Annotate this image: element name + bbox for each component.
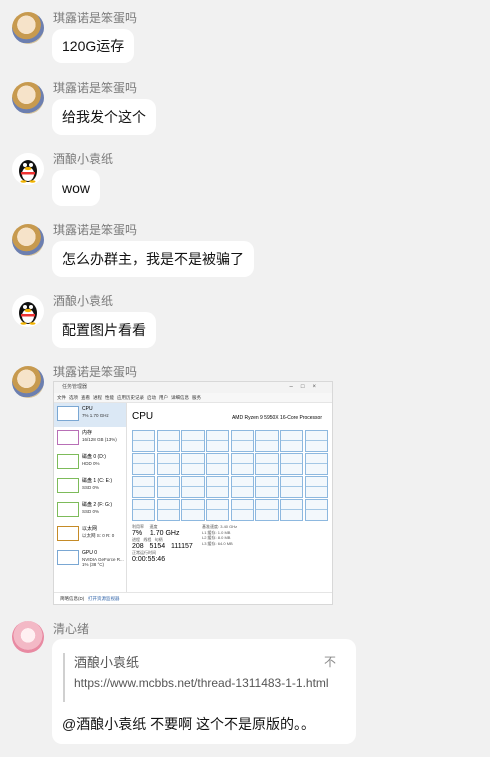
- sender-name: 琪露诺是笨蛋吗: [53, 365, 138, 379]
- sender-name: 琪露诺是笨蛋吗: [53, 81, 138, 95]
- cpu-panel: CPU AMD Ryzen 9 5950X 16-Core Processor …: [130, 406, 328, 592]
- reply-text: @酒酿小袁纸 不要啊 这个不是原版的。。: [62, 716, 315, 732]
- sidebar-item-disk-1: 磁盘 1 (C: E:) SSD 0%: [54, 475, 126, 499]
- sidebar-item-cpu: CPU 7% 1.70 GHz: [54, 403, 126, 427]
- sender-avatar[interactable]: [12, 224, 44, 256]
- quote-bar: [63, 653, 65, 702]
- sender-avatar[interactable]: [12, 295, 44, 327]
- cpu-heading: CPU: [132, 411, 154, 422]
- sender-name: 酒酿小袁纸: [53, 294, 114, 308]
- qq-penguin-icon: [19, 302, 37, 325]
- task-manager-footer: 简略信息(D) 打开资源监视器: [54, 592, 332, 604]
- sidebar-item-gpu: GPU 0 NVIDIA GeForce R... 1% (38 °C): [54, 547, 126, 571]
- message-bubble[interactable]: wow: [52, 170, 101, 206]
- qq-penguin-icon: [19, 160, 37, 183]
- message-bubble[interactable]: 给我发个这个: [52, 99, 156, 135]
- cpu-details: 基准速度: 3.40 GHz L1 缓存: 1.0 MB L2 缓存: 8.0 …: [202, 524, 238, 546]
- sender-avatar[interactable]: [12, 153, 44, 185]
- sidebar-item-disk-2: 磁盘 2 (F: G:) SSD 0%: [54, 499, 126, 523]
- quoted-sender: 酒酿小袁纸: [74, 655, 140, 670]
- task-manager-screenshot-image[interactable]: 任务管理器 –□× 文件 选项 查看 进程 性能 应用历史记录 启动 用户 详细信息 服务 CPU 7…: [53, 381, 333, 605]
- performance-sidebar: CPU 7% 1.70 GHz 内存 16/128 GB (13%) 磁盘 0 (D…: [54, 403, 127, 592]
- sender-avatar[interactable]: [12, 82, 44, 114]
- window-controls-icon: –□×: [289, 384, 324, 390]
- quoted-link[interactable]: https://www.mcbbs.net/thread-1311483-1-1…: [74, 676, 329, 690]
- message-bubble[interactable]: 怎么办群主，我是不是被骗了: [52, 241, 254, 277]
- cpu-stats: 利用率 速度 7% 1.70 GHz 进程 线程 句柄 208 5154 111…: [132, 524, 193, 563]
- cpu-model: AMD Ryzen 9 5950X 16-Core Processor: [231, 415, 322, 421]
- sender-name: 琪露诺是笨蛋吗: [53, 223, 138, 237]
- sender-name: 琪露诺是笨蛋吗: [53, 11, 138, 25]
- sender-name: 清心绪: [53, 622, 90, 636]
- message-bubble[interactable]: 配置图片看看: [52, 312, 156, 348]
- sidebar-item-disk-0: 磁盘 0 (D:) HDD 0%: [54, 451, 126, 475]
- menu-bar: 文件 选项 查看 进程 性能 应用历史记录 启动 用户 详细信息 服务: [54, 393, 332, 403]
- sender-avatar[interactable]: [12, 366, 44, 398]
- cpu-core-graphs: [132, 430, 328, 521]
- window-titlebar: 任务管理器 –□×: [54, 382, 332, 393]
- message-bubble[interactable]: 120G运存: [52, 29, 135, 63]
- sidebar-item-memory: 内存 16/128 GB (13%): [54, 427, 126, 451]
- sender-name: 酒酿小袁纸: [53, 152, 114, 166]
- quote-icon: 不: [323, 655, 336, 669]
- sender-avatar[interactable]: [12, 12, 44, 44]
- sender-avatar[interactable]: [12, 621, 44, 653]
- reply-bubble[interactable]: 酒酿小袁纸 不 https://www.mcbbs.net/thread-131…: [52, 639, 356, 744]
- sidebar-item-ethernet: 以太网 以太网 S: 0 R: 0: [54, 523, 126, 547]
